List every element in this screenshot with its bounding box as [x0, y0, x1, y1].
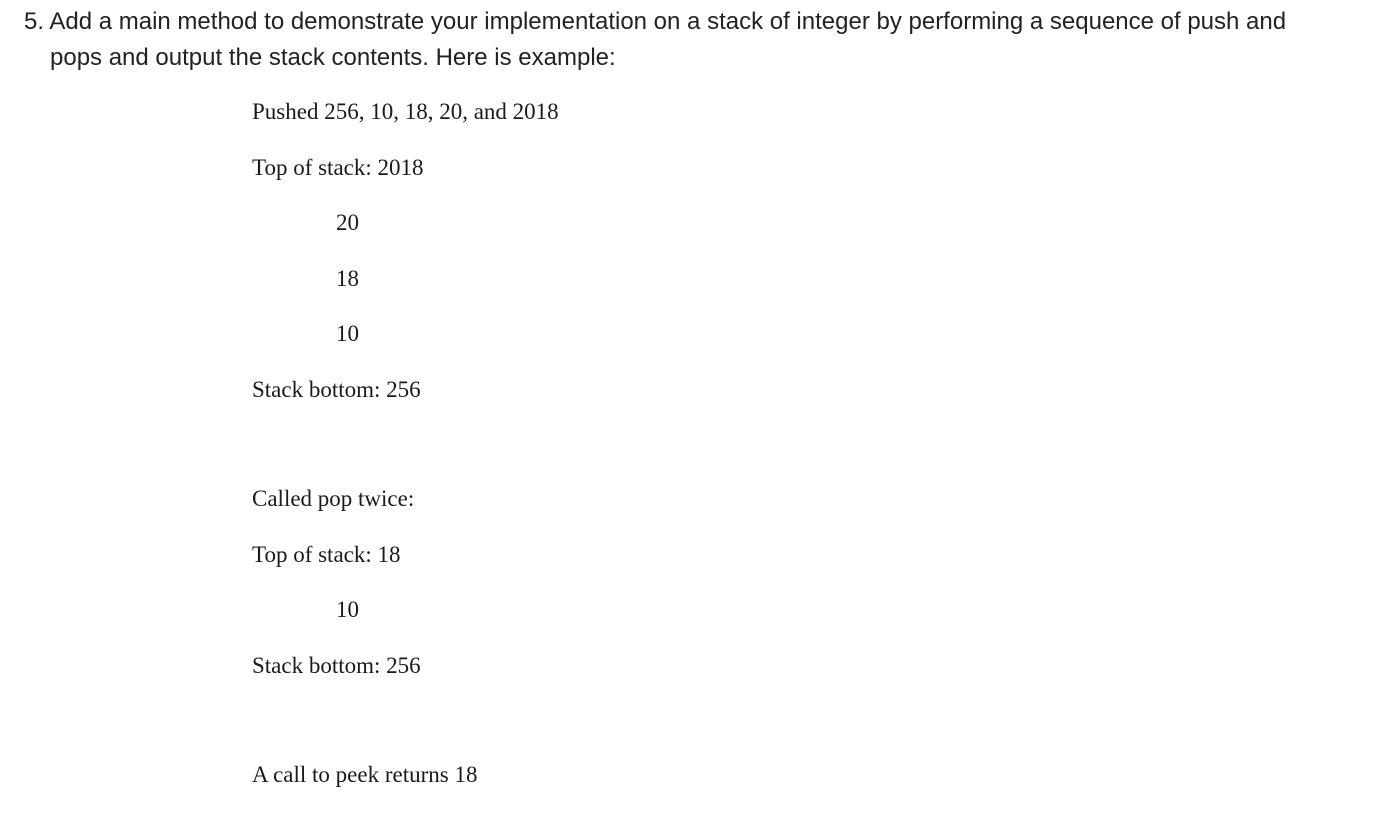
pop-line: Called pop twice: — [252, 486, 415, 511]
stack-item: 10 — [336, 597, 359, 622]
question-text: 5. Add a main method to demonstrate your… — [24, 4, 1374, 76]
stack-item: 10 — [336, 321, 359, 346]
question-number: 5. — [24, 8, 45, 35]
pushed-line: Pushed 256, 10, 18, 20, and 2018 — [252, 99, 559, 124]
stack-item: 18 — [336, 266, 359, 291]
stack-item: 20 — [336, 210, 359, 235]
stack-bottom-line: Stack bottom: 256 — [252, 377, 421, 402]
top-of-stack-line: Top of stack: 18 — [252, 542, 401, 567]
question-line-1: Add a main method to demonstrate your im… — [49, 8, 1287, 35]
stack-bottom-line: Stack bottom: 256 — [252, 653, 421, 678]
top-of-stack-line: Top of stack: 2018 — [252, 155, 424, 180]
question-line-2: pops and output the stack contents. Here… — [50, 44, 616, 71]
peek-line: A call to peek returns 18 — [252, 762, 478, 787]
